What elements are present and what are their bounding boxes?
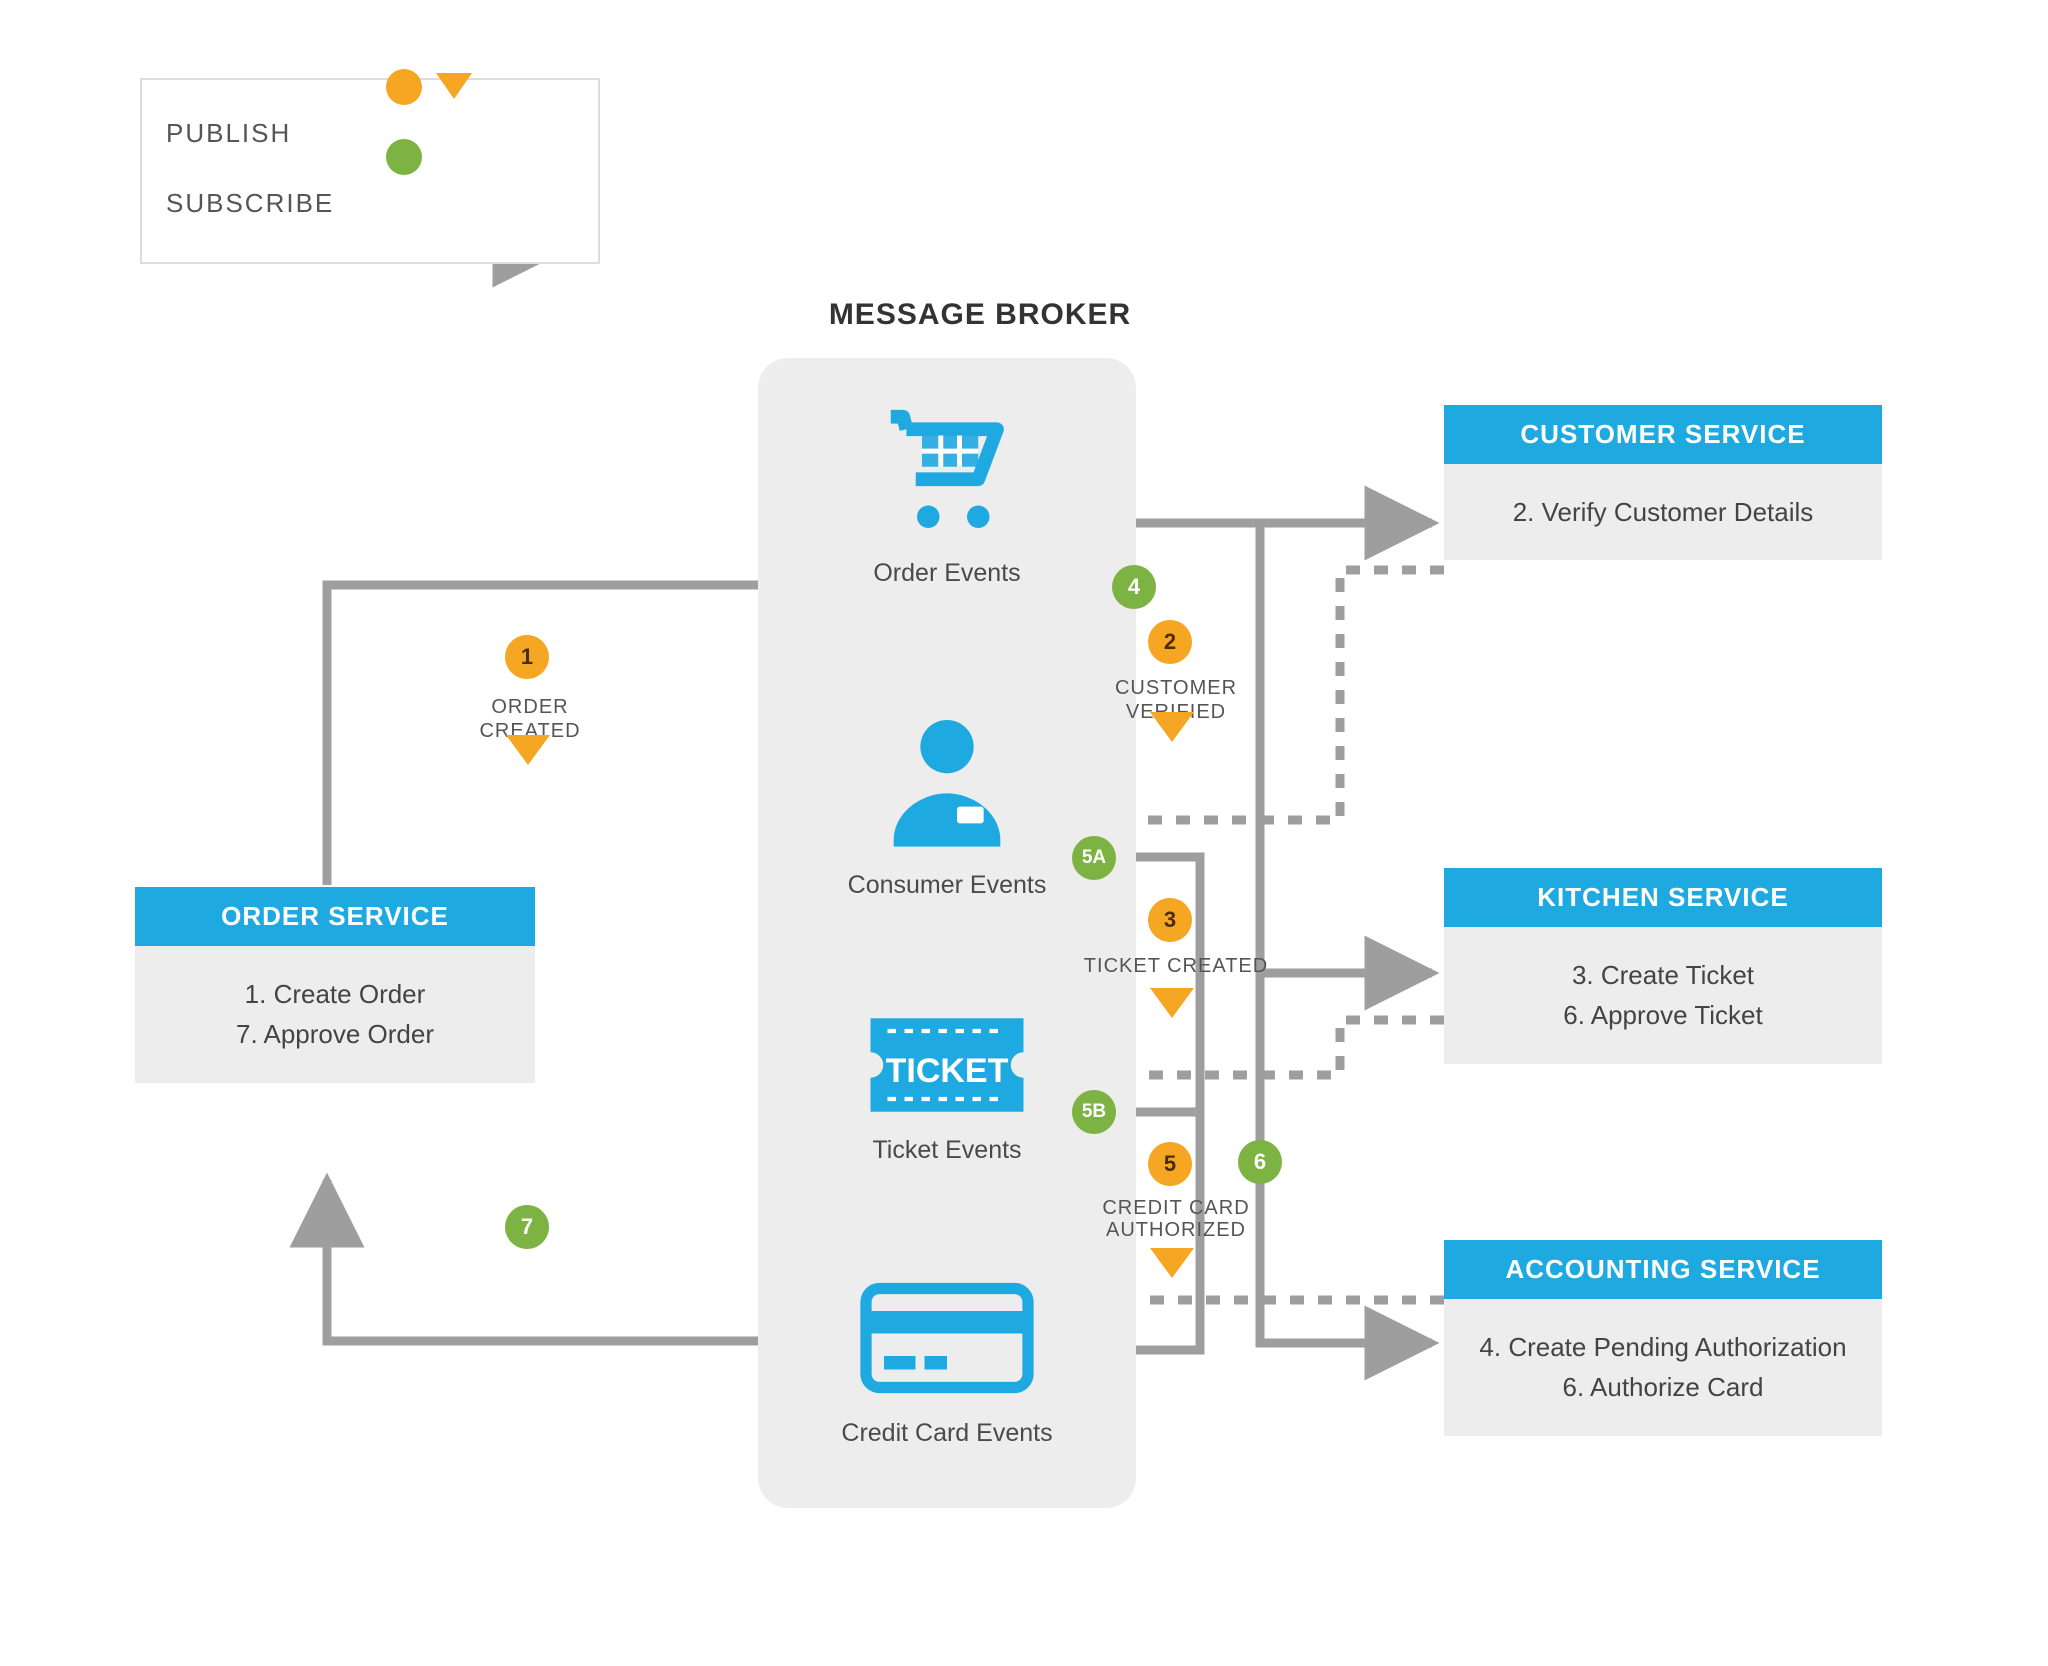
step-1-circle: 1 [505,635,549,679]
step-5a-circle: 5A [1072,836,1116,880]
shopping-cart-icon [862,398,1032,548]
step-5a-num: 5A [1082,847,1106,869]
service-accounting-line1: 4. Create Pending Authorization [1464,1327,1862,1367]
service-kitchen: KITCHEN SERVICE 3. Create Ticket 6. Appr… [1444,868,1882,1064]
event-ticket-label: Ticket Events [758,1136,1136,1165]
ticket-icon: TICKET [862,1005,1032,1125]
step-5-circle: 5 [1148,1142,1192,1186]
step-2-num: 2 [1164,629,1176,655]
service-kitchen-title: KITCHEN SERVICE [1444,868,1882,927]
step-3-num: 3 [1164,907,1176,933]
step-1-triangle-icon [506,735,550,765]
legend-row-subscribe: SUBSCRIBE [166,168,574,238]
step-4-num: 4 [1128,574,1140,600]
step-3-triangle-icon [1150,988,1194,1018]
service-customer-body: 2. Verify Customer Details [1444,464,1882,560]
legend-subscribe-label: SUBSCRIBE [166,188,366,219]
svg-text:TICKET: TICKET [886,1052,1009,1090]
service-order: ORDER SERVICE 1. Create Order 7. Approve… [135,887,535,1083]
service-customer-title: CUSTOMER SERVICE [1444,405,1882,464]
service-order-line2: 7. Approve Order [155,1014,515,1054]
service-accounting-line2: 6. Authorize Card [1464,1367,1862,1407]
event-ticket: TICKET Ticket Events [758,1005,1136,1165]
step-5-text-l2: AUTHORIZED [1086,1218,1266,1242]
step-3-circle: 3 [1148,898,1192,942]
service-accounting: ACCOUNTING SERVICE 4. Create Pending Aut… [1444,1240,1882,1436]
legend-publish-label: PUBLISH [166,118,366,149]
service-order-title: ORDER SERVICE [135,887,535,946]
credit-card-icon [857,1268,1037,1408]
step-7-circle: 7 [505,1205,549,1249]
step-5-num: 5 [1164,1151,1176,1177]
event-credit-label: Credit Card Events [758,1419,1136,1448]
step-2-triangle-icon [1150,712,1194,742]
service-kitchen-line1: 3. Create Ticket [1464,955,1862,995]
step-5-text-l1: CREDIT CARD [1086,1196,1266,1220]
step-5b-circle: 5B [1072,1090,1116,1134]
legend-green-circle-icon [386,139,422,175]
step-2-circle: 2 [1148,620,1192,664]
step-1-num: 1 [521,644,533,670]
person-icon [867,700,1027,860]
step-6-circle: 6 [1238,1140,1282,1184]
service-customer-line1: 2. Verify Customer Details [1464,492,1862,532]
service-order-line1: 1. Create Order [155,974,515,1014]
step-3-text: TICKET CREATED [1076,954,1276,978]
service-accounting-title: ACCOUNTING SERVICE [1444,1240,1882,1299]
step-6-num: 6 [1254,1149,1266,1175]
legend-row-publish: PUBLISH [166,98,574,168]
legend-orange-triangle-icon [436,73,472,99]
legend-box: PUBLISH SUBSCRIBE [140,78,600,264]
event-order: Order Events [758,398,1136,588]
legend-subscribe-symbols [366,173,574,233]
service-accounting-body: 4. Create Pending Authorization 6. Autho… [1444,1299,1882,1436]
broker-title: MESSAGE BROKER [780,298,1180,332]
event-order-label: Order Events [758,559,1136,588]
service-order-body: 1. Create Order 7. Approve Order [135,946,535,1083]
service-customer: CUSTOMER SERVICE 2. Verify Customer Deta… [1444,405,1882,560]
service-kitchen-body: 3. Create Ticket 6. Approve Ticket [1444,927,1882,1064]
step-4-circle: 4 [1112,565,1156,609]
legend-orange-circle-icon [386,69,422,105]
diagram-canvas: PUBLISH SUBSCRIBE MESSAGE BROKER [0,0,2048,1666]
step-5b-num: 5B [1082,1101,1106,1123]
service-kitchen-line2: 6. Approve Ticket [1464,995,1862,1035]
event-credit: Credit Card Events [758,1268,1136,1448]
step-5-triangle-icon [1150,1248,1194,1278]
event-consumer-label: Consumer Events [758,871,1136,900]
step-7-num: 7 [521,1214,533,1240]
